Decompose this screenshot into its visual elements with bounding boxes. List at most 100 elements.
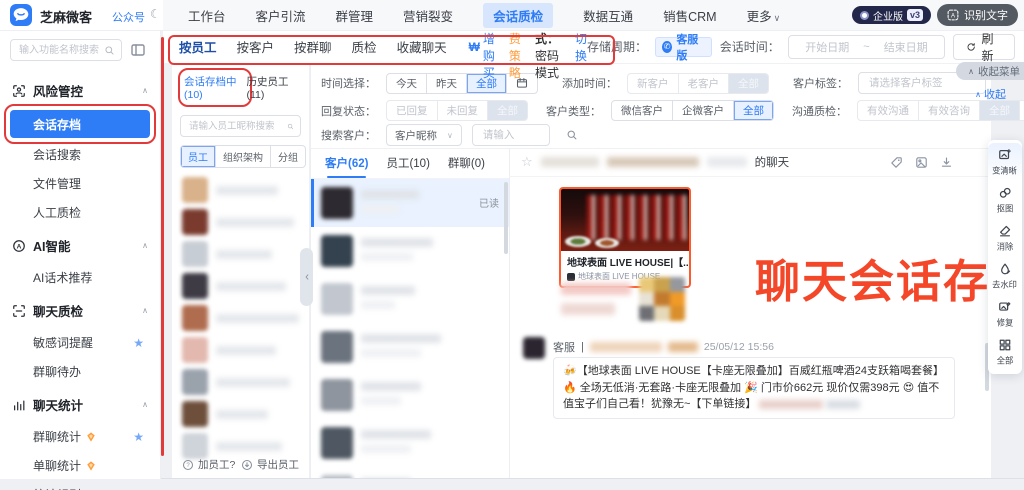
sidebar-item-群聊统计[interactable]: 群聊统计★ xyxy=(0,422,160,451)
employee-list-item[interactable] xyxy=(172,174,309,206)
toolbar-tab-2[interactable]: 按客户 xyxy=(237,37,275,56)
chevron-up-icon[interactable]: ∧ xyxy=(142,241,148,250)
employee-list-item[interactable] xyxy=(172,238,309,270)
tool-erase-button[interactable]: 消除 xyxy=(988,219,1022,257)
qc-option-effective[interactable]: 有效沟通 xyxy=(858,101,918,120)
qc-option-all[interactable]: 全部 xyxy=(979,101,1019,120)
reply-option-replied[interactable]: 已回复 xyxy=(387,101,437,120)
sidebar-section-1[interactable]: 风险管控∧ xyxy=(0,72,160,108)
panel-collapse-handle[interactable] xyxy=(300,248,313,306)
nav-item-1[interactable]: 工作台 xyxy=(188,6,226,25)
conversation-list-item[interactable] xyxy=(311,323,509,371)
toolbar-tab-4[interactable]: 质检 xyxy=(352,37,377,56)
sidebar-item-会话存档[interactable]: 会话存档 xyxy=(10,110,150,138)
conversation-list-item[interactable] xyxy=(311,419,509,467)
tab-archiving-employees[interactable]: 会话存档中(10) xyxy=(184,74,246,101)
tool-enhance-button[interactable]: 变清晰 xyxy=(988,143,1022,181)
tag-icon[interactable] xyxy=(890,156,903,169)
sidebar-item-敏感词提醒[interactable]: 敏感词提醒★ xyxy=(0,328,160,357)
employee-list-item[interactable] xyxy=(172,270,309,302)
nav-item-4[interactable]: 营销裂变 xyxy=(403,6,453,25)
qc-option-inquiry[interactable]: 有效咨询 xyxy=(918,101,979,120)
ocr-button[interactable]: A 识别文字 xyxy=(937,4,1018,26)
ctype-option-wecom[interactable]: 企微客户 xyxy=(672,101,733,120)
tab-history-employees[interactable]: 历史员工(11) xyxy=(246,74,299,101)
employee-list-item[interactable] xyxy=(172,398,309,430)
conversation-list-item[interactable] xyxy=(311,275,509,323)
conversation-list-item[interactable]: 已读 xyxy=(311,179,509,227)
addtime-option-old[interactable]: 老客户 xyxy=(678,74,729,93)
sidebar-item-统计规则[interactable]: 统计规则 xyxy=(0,480,160,490)
conversation-list-item[interactable] xyxy=(311,227,509,275)
mode-switch-link[interactable]: 切换 xyxy=(575,30,587,64)
sidebar-section-2[interactable]: AAI智能∧ xyxy=(0,227,160,263)
reply-option-unreplied[interactable]: 未回复 xyxy=(437,101,488,120)
sidebar-item-会话搜索[interactable]: 会话搜索 xyxy=(0,140,160,169)
storage-version-badge[interactable]: ✆ 客服版 xyxy=(655,37,712,57)
reply-option-all[interactable]: 全部 xyxy=(487,101,527,120)
employee-list-item[interactable] xyxy=(172,206,309,238)
plan-badge[interactable]: 企业版 v3 xyxy=(852,6,931,24)
favorite-star-icon[interactable]: ★ xyxy=(133,336,144,350)
customer-search-field[interactable] xyxy=(481,128,541,142)
nav-item-6[interactable]: 数据互通 xyxy=(583,6,633,25)
conversation-list-item[interactable] xyxy=(311,467,509,478)
tool-all-button[interactable]: 全部 xyxy=(988,333,1022,371)
sidebar-item-单聊统计[interactable]: 单聊统计 xyxy=(0,451,160,480)
conversation-list-item[interactable] xyxy=(311,371,509,419)
ctype-option-all[interactable]: 全部 xyxy=(733,101,773,120)
collapse-panel-icon[interactable] xyxy=(130,42,146,58)
refresh-button[interactable]: 刷新 xyxy=(953,34,1015,60)
toolbar-tab-1[interactable]: 按员工 xyxy=(179,37,217,56)
nav-item-2[interactable]: 客户引流 xyxy=(256,6,306,25)
star-icon[interactable]: ☆ xyxy=(521,154,533,170)
chevron-up-icon[interactable]: ∧ xyxy=(142,86,148,95)
add-employee-link[interactable]: ? 加员工? xyxy=(182,457,235,472)
gallery-icon[interactable] xyxy=(915,156,928,169)
nav-item-8[interactable]: 更多∨ xyxy=(747,6,781,25)
search-icon[interactable] xyxy=(566,129,578,141)
nav-item-3[interactable]: 群管理 xyxy=(336,6,374,25)
toolbar-tab-5[interactable]: 收藏聊天 xyxy=(397,37,447,56)
favorite-star-icon[interactable]: ★ xyxy=(133,430,144,444)
nav-item-5[interactable]: 会话质检 xyxy=(483,3,553,28)
toolbar-tab-3[interactable]: 按群聊 xyxy=(294,37,332,56)
sidebar-item-AI话术推荐[interactable]: AI话术推荐 xyxy=(0,263,160,292)
sidebar-item-人工质检[interactable]: 人工质检 xyxy=(0,198,160,227)
collapse-filters-link[interactable]: ∧ 收起 xyxy=(975,86,1006,102)
sidebar-section-3[interactable]: 聊天质检∧ xyxy=(0,292,160,328)
customer-search-input[interactable] xyxy=(472,124,550,146)
employee-segment-员工[interactable]: 员工 xyxy=(181,146,215,167)
employee-segment-分组[interactable]: 分组 xyxy=(270,146,305,167)
time-option-today[interactable]: 今天 xyxy=(387,74,426,93)
addtime-option-all[interactable]: 全部 xyxy=(728,74,768,93)
conversation-tab-1[interactable]: 客户(62) xyxy=(325,155,368,171)
tool-cutout-button[interactable]: 抠图 xyxy=(988,181,1022,219)
chevron-up-icon[interactable]: ∧ xyxy=(142,306,148,315)
addtime-option-new[interactable]: 新客户 xyxy=(628,74,678,93)
conversation-tab-2[interactable]: 员工(10) xyxy=(386,155,429,171)
gear-icon[interactable] xyxy=(1019,101,1024,120)
search-field-select[interactable]: 客户昵称∨ xyxy=(386,124,462,146)
tool-watermark-button[interactable]: 去水印 xyxy=(988,257,1022,295)
ctype-option-wechat[interactable]: 微信客户 xyxy=(612,101,672,120)
channel-link[interactable]: 公众号 xyxy=(112,9,145,25)
sidebar-search-field[interactable] xyxy=(17,44,101,57)
link-card[interactable]: 地球表面 LIVE HOUSE|【... 地球表面 LIVE HOUSE xyxy=(559,187,691,288)
employee-search-input[interactable] xyxy=(180,115,301,137)
collapse-menu-pill[interactable]: ∧ 收起菜单 xyxy=(956,62,1024,80)
list-scrollbar[interactable] xyxy=(504,182,508,254)
employee-search-field[interactable] xyxy=(187,120,287,133)
download-icon[interactable] xyxy=(940,156,953,169)
employee-list-item[interactable] xyxy=(172,366,309,398)
nav-item-7[interactable]: 销售CRM xyxy=(663,6,716,25)
conversation-tab-3[interactable]: 群聊(0) xyxy=(448,155,485,171)
export-employee-link[interactable]: 导出员工 xyxy=(241,457,299,472)
sidebar-item-群聊待办[interactable]: 群聊待办 xyxy=(0,357,160,386)
date-range-input[interactable]: 开始日期 ~ 结束日期 xyxy=(788,35,945,59)
tool-repair-button[interactable]: 修复 xyxy=(988,295,1022,333)
dark-mode-icon[interactable]: ☾ xyxy=(150,7,161,21)
employee-list-item[interactable] xyxy=(172,302,309,334)
sidebar-item-文件管理[interactable]: 文件管理 xyxy=(0,169,160,198)
chevron-up-icon[interactable]: ∧ xyxy=(142,400,148,409)
